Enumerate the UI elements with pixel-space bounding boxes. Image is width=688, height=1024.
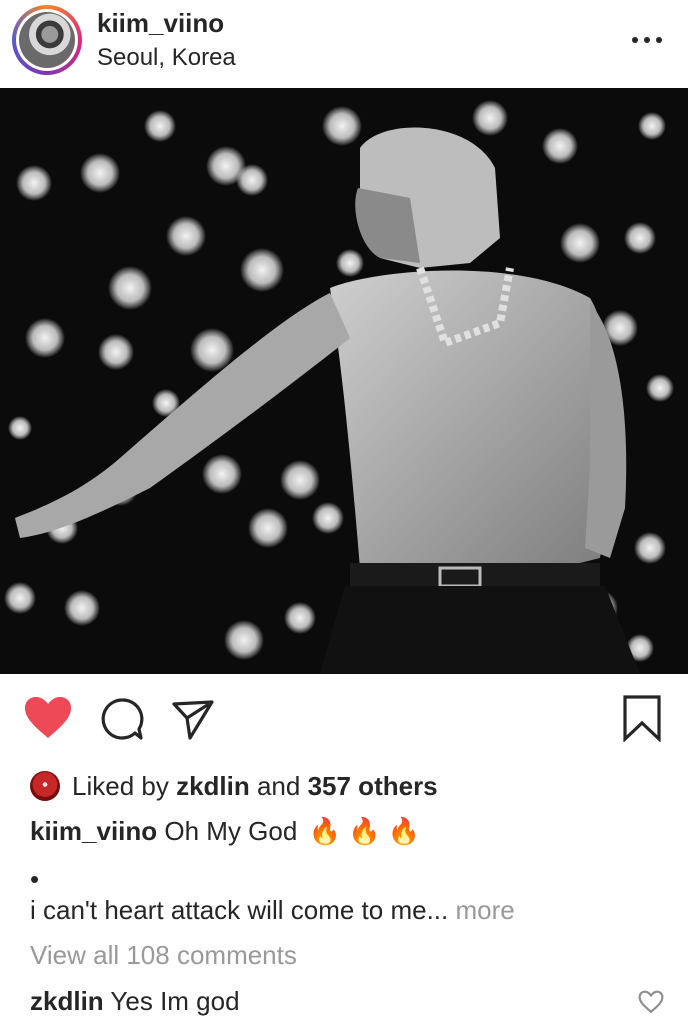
caption-line: kiim_viino Oh My God 🔥 🔥 🔥 — [30, 816, 420, 847]
comment-username[interactable]: zkdlin — [30, 986, 104, 1016]
avatar-image — [19, 12, 75, 68]
fire-emoji: 🔥 🔥 🔥 — [308, 816, 421, 846]
photo-graphic — [0, 88, 688, 674]
bookmark-icon[interactable] — [622, 694, 662, 743]
heart-icon[interactable] — [24, 696, 72, 740]
comment-heart-icon[interactable] — [638, 990, 664, 1014]
likes-prefix: Liked by — [72, 770, 177, 801]
comment-text: Yes Im god — [103, 986, 240, 1016]
likes-line[interactable]: Liked by zkdlin and 357 others — [30, 770, 438, 802]
action-bar — [0, 674, 688, 764]
liker-avatar — [30, 771, 60, 801]
caption-text: Oh My God — [157, 816, 298, 846]
post-username[interactable]: kiim_viino — [97, 8, 224, 39]
comment-icon[interactable] — [99, 696, 145, 742]
comment-item: zkdlin Yes Im god — [30, 986, 240, 1017]
post-location[interactable]: Seoul, Korea — [97, 44, 236, 72]
likes-user[interactable]: zkdlin — [176, 771, 250, 802]
view-all-comments-link[interactable]: View all 108 comments — [30, 940, 297, 971]
more-dots-icon[interactable] — [630, 28, 664, 52]
post-photo[interactable] — [0, 88, 688, 674]
caption-bullet: • — [30, 864, 40, 894]
more-link[interactable]: more — [448, 895, 514, 925]
caption-text-2: i can't heart attack will come to me... — [30, 895, 449, 925]
avatar — [16, 9, 78, 71]
likes-count[interactable]: 357 others — [308, 771, 438, 802]
likes-middle: and — [249, 770, 308, 801]
story-avatar[interactable] — [12, 5, 82, 75]
share-icon[interactable] — [170, 696, 216, 742]
post-header: kiim_viino Seoul, Korea — [0, 0, 688, 88]
caption-line-2: i can't heart attack will come to me... … — [30, 895, 515, 926]
caption-username[interactable]: kiim_viino — [30, 816, 157, 846]
